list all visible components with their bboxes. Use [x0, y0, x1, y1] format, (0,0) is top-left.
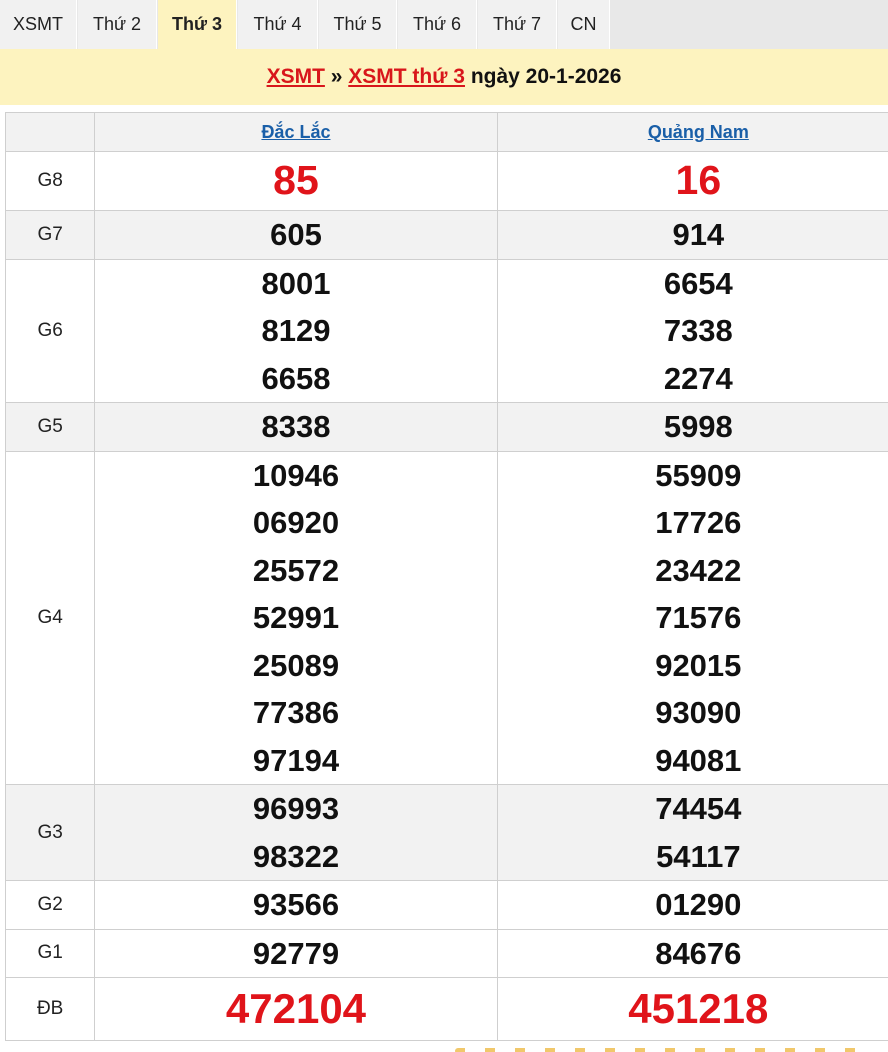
- prize-label: G6: [4, 258, 96, 403]
- result-number: 451218: [628, 985, 769, 1032]
- prize-cell: 914: [496, 210, 888, 260]
- tab-cn[interactable]: CN: [558, 0, 610, 49]
- result-number: 914: [672, 217, 725, 252]
- prize-label: G8: [4, 151, 96, 211]
- prize-cell: 605: [94, 210, 498, 260]
- day-tabs: XSMT Thứ 2 Thứ 3 Thứ 4 Thứ 5 Thứ 6 Thứ 7…: [0, 0, 888, 49]
- result-number: 74454: [655, 791, 742, 826]
- result-number: 52991: [252, 600, 340, 635]
- results-heading: XSMT » XSMT thứ 3 ngày 20-1-2026: [0, 49, 888, 105]
- prize-cell: 472104: [94, 977, 498, 1041]
- result-number: 6654: [663, 265, 733, 301]
- prize-row-g5: G5 8338 5998: [4, 402, 888, 452]
- result-number: 25572: [252, 552, 340, 588]
- prize-cell: 96993 98322: [94, 784, 498, 881]
- prize-label: ĐB: [4, 977, 96, 1041]
- prize-row-g1: G1 92779 84676: [4, 928, 888, 978]
- result-number: 8129: [261, 313, 331, 348]
- xsmt-link[interactable]: XSMT: [267, 65, 325, 88]
- prize-label: G5: [4, 402, 96, 452]
- result-number: 98322: [252, 838, 340, 874]
- prize-label: G2: [4, 880, 96, 930]
- result-number: 5998: [663, 409, 733, 444]
- results-table: Đắc Lắc Quảng Nam G8 85 16 G7 605 914 G6 8001 81…: [4, 112, 888, 1041]
- tab-xsmt[interactable]: XSMT: [0, 0, 77, 49]
- prize-cell: 5998: [496, 402, 888, 452]
- prize-row-g7: G7 605 914: [4, 210, 888, 260]
- prize-cell: 93566: [94, 880, 498, 930]
- prize-label: G7: [4, 210, 96, 260]
- tab-thu-6[interactable]: Thứ 6: [398, 0, 477, 49]
- result-number: 01290: [655, 887, 742, 922]
- result-number: 472104: [225, 985, 367, 1032]
- decorative-dots: [455, 1048, 875, 1052]
- tab-thu-2[interactable]: Thứ 2: [78, 0, 157, 49]
- prize-cell: 6654 7338 2274: [496, 258, 888, 403]
- prize-cell: 85: [94, 151, 498, 211]
- prize-cell: 8338: [94, 402, 498, 452]
- result-number: 23422: [655, 552, 742, 588]
- result-number: 85: [273, 157, 319, 204]
- result-number: 92779: [252, 935, 340, 971]
- prize-cell: 451218: [496, 977, 888, 1041]
- prize-cell: 92779: [94, 928, 498, 978]
- result-number: 16: [675, 157, 722, 204]
- result-number: 8001: [261, 265, 331, 301]
- tab-thu-4[interactable]: Thứ 4: [238, 0, 318, 49]
- result-number: 54117: [656, 838, 741, 874]
- prize-cell: 74454 54117: [496, 784, 888, 881]
- result-number: 77386: [252, 695, 340, 730]
- table-header-row: Đắc Lắc Quảng Nam: [4, 112, 888, 152]
- result-number: 71576: [655, 600, 742, 635]
- prize-cell: 84676: [496, 928, 888, 978]
- breadcrumb-separator: »: [324, 65, 349, 88]
- result-number: 17726: [655, 505, 742, 540]
- province-header-2: Quảng Nam: [496, 112, 888, 152]
- tab-thu-7[interactable]: Thứ 7: [478, 0, 557, 49]
- result-number: 84676: [655, 935, 742, 971]
- prize-label: G4: [4, 450, 96, 785]
- tab-thu-3[interactable]: Thứ 3: [158, 0, 237, 49]
- result-number: 8338: [261, 409, 331, 444]
- prize-label: G3: [4, 784, 96, 881]
- tab-thu-5[interactable]: Thứ 5: [319, 0, 397, 49]
- result-number: 93090: [655, 695, 742, 730]
- prize-cell: 01290: [496, 880, 888, 930]
- prize-rows: G8 85 16 G7 605 914 G6 8001 8129 6658 6654 7338 2274…: [4, 151, 888, 1041]
- result-number: 25089: [252, 647, 340, 683]
- prize-row-g3: G3 96993 98322 74454 54117: [4, 784, 888, 881]
- prize-row-g8: G8 85 16: [4, 151, 888, 211]
- prize-cell: 10946 06920 25572 52991 25089 77386 97194: [94, 450, 498, 785]
- result-number: 55909: [655, 457, 742, 493]
- prize-cell: 16: [496, 151, 888, 211]
- province-header-1: Đắc Lắc: [94, 112, 498, 152]
- province-link-dac-lac[interactable]: Đắc Lắc: [261, 122, 330, 142]
- result-number: 605: [270, 217, 322, 252]
- prize-row-g2: G2 93566 01290: [4, 880, 888, 930]
- result-number: 96993: [252, 791, 340, 826]
- result-number: 6658: [261, 360, 331, 396]
- prize-row-g6: G6 8001 8129 6658 6654 7338 2274: [4, 258, 888, 403]
- province-link-quang-nam[interactable]: Quảng Nam: [648, 122, 749, 142]
- result-number: 92015: [655, 647, 742, 683]
- xsmt-thu-3-link[interactable]: XSMT thứ 3: [348, 65, 465, 88]
- result-number: 94081: [655, 742, 742, 778]
- prize-cell: 8001 8129 6658: [94, 258, 498, 403]
- header-corner: [4, 112, 96, 152]
- result-number: 93566: [252, 887, 340, 922]
- prize-cell: 55909 17726 23422 71576 92015 93090 94081: [496, 450, 888, 785]
- prize-row-g4: G4 10946 06920 25572 52991 25089 77386 97194 559…: [4, 450, 888, 785]
- draw-date: ngày 20-1-2026: [464, 65, 622, 88]
- result-number: 2274: [663, 360, 733, 396]
- prize-row-đb: ĐB 472104 451218: [4, 977, 888, 1041]
- result-number: 10946: [252, 457, 340, 493]
- result-number: 7338: [663, 313, 733, 348]
- prize-label: G1: [4, 928, 96, 978]
- result-number: 06920: [252, 505, 340, 540]
- result-number: 97194: [252, 742, 340, 778]
